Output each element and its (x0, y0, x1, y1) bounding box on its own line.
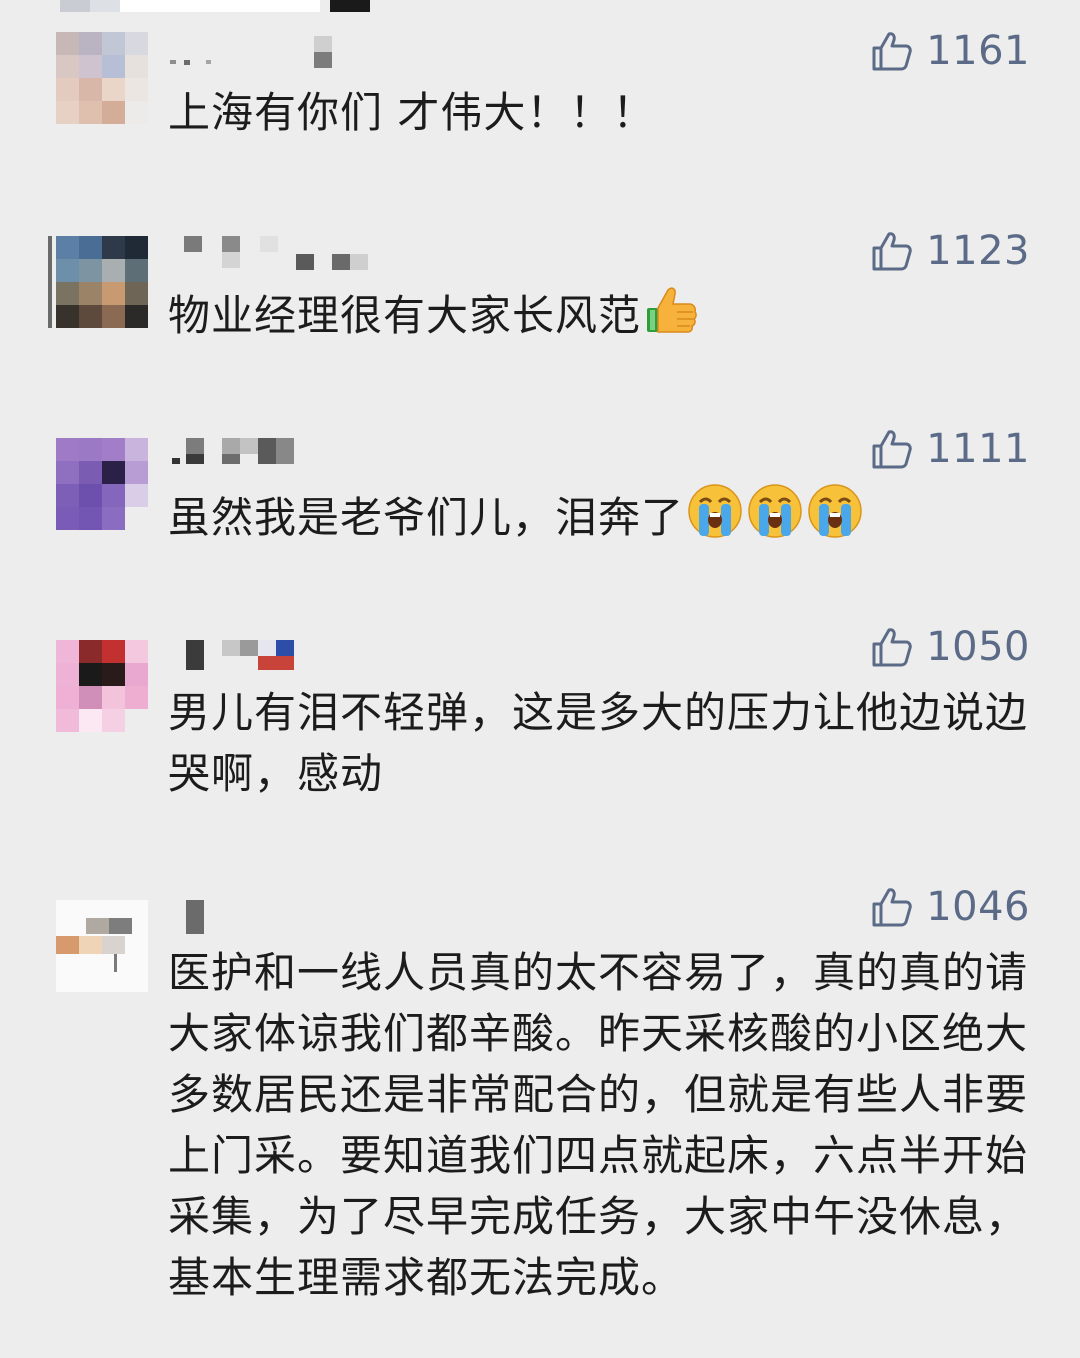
comment-text-body: 虽然我是老爷们儿，泪奔了 (168, 493, 685, 542)
comment-text-body: 上海有你们 才伟大！！！ (168, 88, 656, 137)
comment-text: 物业经理很有大家长风范 (168, 282, 1030, 346)
avatar[interactable] (56, 640, 148, 732)
avatar[interactable] (56, 32, 148, 124)
like-button[interactable]: 1161 (870, 26, 1030, 76)
comment-text-body: 男儿有泪不轻弹，这是多大的压力让他边说边哭啊，感动 (168, 688, 1029, 798)
username-mosaic[interactable] (170, 36, 370, 68)
comment-text: 虽然我是老爷们儿，泪奔了 (168, 482, 1030, 548)
like-count: 1050 (926, 624, 1030, 670)
avatar[interactable] (48, 236, 148, 328)
like-button[interactable]: 1050 (870, 622, 1030, 672)
thumbs-up-outline-icon (872, 232, 912, 271)
like-count: 1161 (926, 28, 1030, 74)
thumbs-up-emoji-icon (647, 287, 697, 333)
thumbs-up-outline-icon (872, 628, 912, 667)
avatar[interactable] (56, 900, 148, 992)
comment-text: 医护和一线人员真的太不容易了，真的真的请大家体谅我们都辛酸。昨天采核酸的小区绝大… (168, 942, 1030, 1308)
username-mosaic[interactable] (170, 640, 370, 670)
thumbs-up-outline-icon (872, 32, 912, 71)
like-count: 1111 (926, 426, 1030, 472)
comment-text: 上海有你们 才伟大！！！ (168, 82, 1030, 143)
like-button[interactable]: 1111 (870, 424, 1030, 474)
like-button[interactable]: 1123 (870, 226, 1030, 276)
top-cropped-strip (0, 0, 1080, 14)
crying-face-emoji-icon (748, 484, 802, 538)
username-mosaic[interactable] (170, 236, 370, 270)
crying-face-emoji-icon (688, 484, 742, 538)
thumbs-up-outline-icon (872, 888, 912, 927)
comment-text-body: 医护和一线人员真的太不容易了，真的真的请大家体谅我们都辛酸。昨天采核酸的小区绝大… (168, 948, 1029, 1302)
avatar[interactable] (56, 438, 148, 530)
crying-face-emoji-icon (808, 484, 862, 538)
username-mosaic[interactable] (170, 900, 370, 934)
like-count: 1046 (926, 884, 1030, 930)
like-button[interactable]: 1046 (870, 882, 1030, 932)
username-mosaic[interactable] (170, 438, 370, 468)
comment-text-body: 物业经理很有大家长风范 (168, 291, 642, 340)
like-count: 1123 (926, 228, 1030, 274)
thumbs-up-outline-icon (872, 430, 912, 469)
comment-text: 男儿有泪不轻弹，这是多大的压力让他边说边哭啊，感动 (168, 682, 1030, 804)
